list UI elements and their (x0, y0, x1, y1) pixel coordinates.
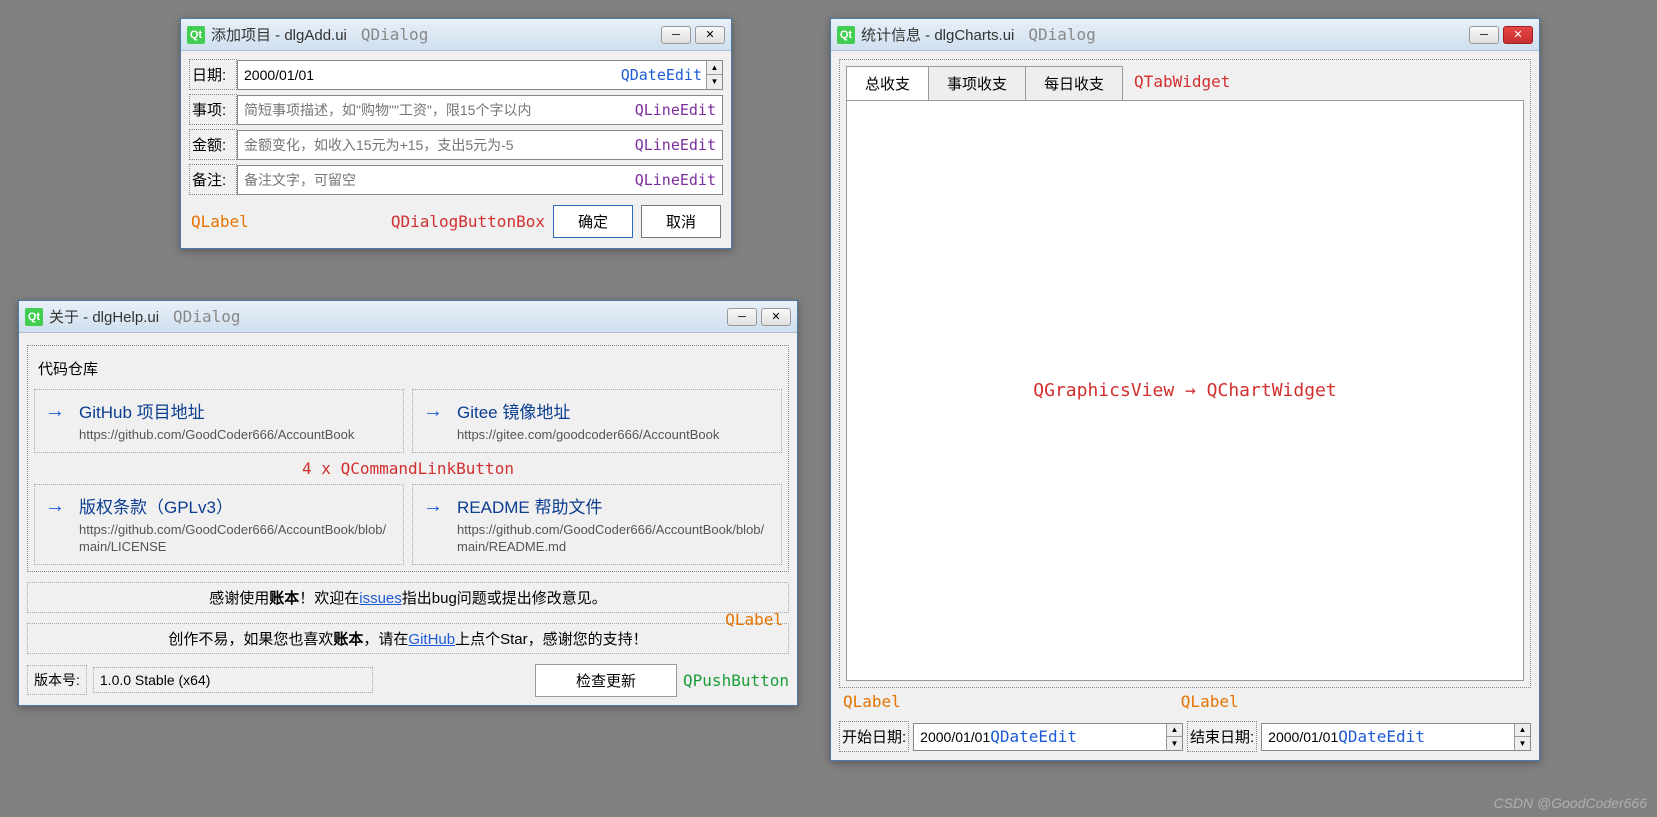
github-link[interactable]: GitHub (408, 631, 455, 648)
titlebar[interactable]: Qt 添加项目 - dlgAdd.ui QDialog ─ ✕ (181, 19, 731, 51)
cmd-github[interactable]: → GitHub 项目地址 https://github.com/GoodCod… (34, 389, 404, 453)
date-field[interactable]: 2000/01/01 QDateEdit ▲▼ (237, 60, 723, 90)
window-title: 添加项目 - dlgAdd.ui (211, 24, 347, 45)
qt-icon: Qt (837, 26, 855, 44)
dlg-add-window: Qt 添加项目 - dlgAdd.ui QDialog ─ ✕ 日期: 2000… (180, 18, 732, 249)
end-date-label: 结束日期: (1187, 721, 1257, 752)
close-button[interactable]: ✕ (761, 308, 791, 326)
end-date-hint: QDateEdit (1338, 727, 1425, 746)
cmd-title: Gitee 镜像地址 (457, 398, 771, 423)
thanks-line-1: 感谢使用账本！欢迎在issues指出bug问题或提出修改意见。 (27, 582, 789, 613)
cmd-url: https://gitee.com/goodcoder666/AccountBo… (457, 427, 771, 444)
item-label: 事项: (189, 94, 237, 125)
version-value: 1.0.0 Stable (x64) (93, 667, 373, 693)
start-date-value: 2000/01/01 (920, 729, 990, 745)
window-title: 统计信息 - dlgCharts.ui (861, 24, 1014, 45)
arrow-icon: → (45, 400, 65, 423)
issues-link[interactable]: issues (359, 590, 402, 607)
cmd-readme[interactable]: → README 帮助文件 https://github.com/GoodCod… (412, 484, 782, 565)
end-date-field[interactable]: 2000/01/01 QDateEdit ▲▼ (1261, 723, 1531, 751)
chart-view: QGraphicsView → QChartWidget (846, 101, 1524, 681)
dlg-charts-window: Qt 统计信息 - dlgCharts.ui QDialog ─ ✕ 总收支 事… (830, 18, 1540, 761)
cancel-button[interactable]: 取消 (641, 205, 721, 238)
qlabel-annot-1: QLabel (843, 692, 901, 711)
spin-arrows[interactable]: ▲▼ (706, 61, 722, 89)
ok-button[interactable]: 确定 (553, 205, 633, 238)
tabbar: 总收支 事项收支 每日收支 QTabWidget (846, 66, 1524, 101)
close-button[interactable]: ✕ (695, 26, 725, 44)
date-value: 2000/01/01 (244, 67, 314, 83)
cmd-license[interactable]: → 版权条款（GPLv3） https://github.com/GoodCod… (34, 484, 404, 565)
minimize-button[interactable]: ─ (727, 308, 757, 326)
cmd-url: https://github.com/GoodCoder666/AccountB… (79, 522, 393, 556)
item-hint: QLineEdit (635, 101, 716, 119)
start-date-hint: QDateEdit (990, 727, 1077, 746)
qt-icon: Qt (25, 308, 43, 326)
cmd-url: https://github.com/GoodCoder666/AccountB… (457, 522, 771, 556)
tab-daily[interactable]: 每日收支 (1025, 66, 1123, 100)
spin-arrows[interactable]: ▲▼ (1514, 724, 1530, 750)
date-hint: QDateEdit (621, 66, 702, 84)
minimize-button[interactable]: ─ (1469, 26, 1499, 44)
qlabel-annot-2: QLabel (1181, 692, 1239, 711)
start-date-label: 开始日期: (839, 721, 909, 752)
arrow-icon: → (423, 400, 443, 423)
qt-icon: Qt (187, 26, 205, 44)
close-button[interactable]: ✕ (1503, 26, 1533, 44)
cmd-title: 版权条款（GPLv3） (79, 493, 393, 518)
note-hint: QLineEdit (635, 171, 716, 189)
note-label: 备注: (189, 164, 237, 195)
date-label: 日期: (189, 59, 237, 90)
tab-total[interactable]: 总收支 (846, 66, 929, 100)
start-date-field[interactable]: 2000/01/01 QDateEdit ▲▼ (913, 723, 1183, 751)
arrow-icon: → (423, 495, 443, 518)
cmd-title: README 帮助文件 (457, 493, 771, 518)
titlebar[interactable]: Qt 关于 - dlgHelp.ui QDialog ─ ✕ (19, 301, 797, 333)
version-label: 版本号: (27, 665, 87, 695)
amount-hint: QLineEdit (635, 136, 716, 154)
qlabel-annot: QLabel (191, 212, 249, 231)
amount-label: 金额: (189, 129, 237, 160)
buttonbox-annot: QDialogButtonBox (391, 212, 545, 231)
cmd-url: https://github.com/GoodCoder666/AccountB… (79, 427, 393, 444)
watermark: CSDN @GoodCoder666 (1493, 795, 1647, 811)
window-title: 关于 - dlgHelp.ui (49, 306, 159, 327)
class-hint: QDialog (361, 25, 428, 44)
spin-arrows[interactable]: ▲▼ (1166, 724, 1182, 750)
thanks-line-2: 创作不易，如果您也喜欢账本，请在GitHub上点个Star，感谢您的支持！ (27, 623, 789, 654)
dlg-help-window: Qt 关于 - dlgHelp.ui QDialog ─ ✕ 代码仓库 → Gi… (18, 300, 798, 706)
item-field[interactable]: QLineEdit (237, 95, 723, 125)
class-hint: QDialog (1028, 25, 1095, 44)
amount-field[interactable]: QLineEdit (237, 130, 723, 160)
note-field[interactable]: QLineEdit (237, 165, 723, 195)
tabwidget-annot: QTabWidget (1122, 66, 1242, 100)
end-date-value: 2000/01/01 (1268, 729, 1338, 745)
arrow-icon: → (45, 495, 65, 518)
chart-annot: QGraphicsView → QChartWidget (1033, 380, 1336, 401)
cmd-gitee[interactable]: → Gitee 镜像地址 https://gitee.com/goodcoder… (412, 389, 782, 453)
titlebar[interactable]: Qt 统计信息 - dlgCharts.ui QDialog ─ ✕ (831, 19, 1539, 51)
minimize-button[interactable]: ─ (661, 26, 691, 44)
groupbox-title: 代码仓库 (38, 358, 778, 379)
cmd-title: GitHub 项目地址 (79, 398, 393, 423)
qlabel-annot: QLabel (725, 610, 783, 629)
cmdlink-annot: 4 x QCommandLinkButton (34, 459, 782, 478)
qpushbutton-annot: QPushButton (683, 671, 789, 690)
class-hint: QDialog (173, 307, 240, 326)
tab-item[interactable]: 事项收支 (928, 66, 1026, 100)
check-update-button[interactable]: 检查更新 (535, 664, 677, 697)
repo-groupbox: 代码仓库 → GitHub 项目地址 https://github.com/Go… (27, 345, 789, 572)
